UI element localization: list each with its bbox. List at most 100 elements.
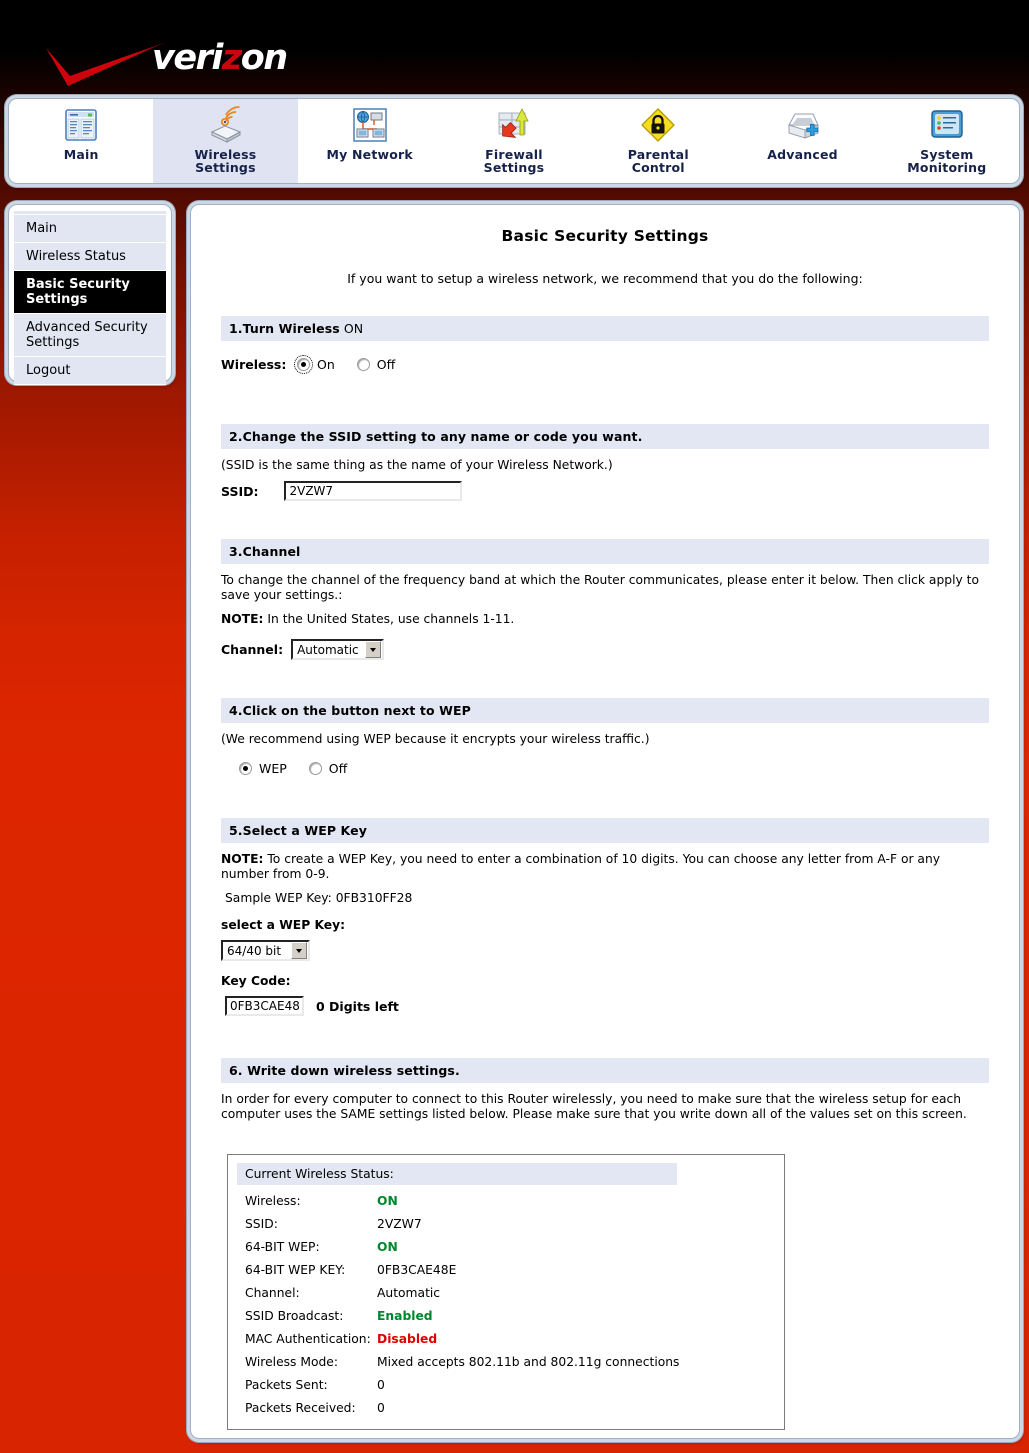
wep-key-size-select[interactable]: 64/40 bit	[221, 940, 310, 961]
status-key-packets-sent: Packets Sent:	[245, 1378, 328, 1392]
section-3-note-rest: In the United States, use channels 1-11.	[263, 612, 515, 626]
nav-label-advanced: Advanced	[767, 147, 838, 162]
select-wep-key-label: select a WEP Key:	[221, 918, 346, 932]
sidebar-label-logout: Logout	[26, 363, 71, 378]
section-2-heading: 2.Change the SSID setting to any name or…	[221, 424, 989, 449]
sidebar-label-main: Main	[26, 221, 58, 236]
chevron-down-icon	[364, 641, 381, 658]
status-value-ssid-broadcast: Enabled	[377, 1309, 433, 1323]
nav-label-system-monitoring: System Monitoring	[907, 147, 987, 175]
nav-item-wireless-settings[interactable]: Wireless Settings	[153, 99, 298, 183]
key-code-label: Key Code:	[221, 974, 291, 988]
status-value-wireless-mode: Mixed accepts 802.11b and 802.11g connec…	[377, 1355, 680, 1369]
status-key-ssid-broadcast: SSID Broadcast:	[245, 1309, 344, 1323]
status-box-title: Current Wireless Status:	[237, 1163, 677, 1185]
section-5-note-lead: NOTE:	[221, 852, 264, 866]
section-3-note-lead: NOTE:	[221, 612, 264, 626]
nav-item-my-network[interactable]: My Network	[298, 99, 442, 183]
section-3-heading: 3.Channel	[221, 539, 989, 564]
verizon-checkmark-icon	[46, 42, 166, 86]
nav-item-advanced[interactable]: Advanced	[730, 99, 874, 183]
section-2-note: (SSID is the same thing as the name of y…	[221, 458, 613, 472]
key-code-row: 0 Digits left	[225, 996, 989, 1016]
sidebar-label-basic-security-settings: Basic Security Settings	[26, 277, 130, 307]
ssid-input[interactable]	[284, 481, 463, 501]
status-row: SSID: 2VZW7	[237, 1217, 775, 1231]
firewall-brick-arrows-icon	[498, 108, 529, 138]
nav-item-system-monitoring[interactable]: System Monitoring	[875, 99, 1019, 183]
section-1-heading-light: ON	[339, 321, 364, 336]
status-key-wireless: Wireless:	[245, 1194, 301, 1208]
section-5-note: NOTE: To create a WEP Key, you need to e…	[221, 852, 989, 882]
channel-row: Channel: Automatic	[221, 639, 989, 660]
status-key-mac-authentication: MAC Authentication:	[245, 1332, 371, 1346]
status-value-packets-received: 0	[377, 1401, 385, 1415]
sidebar-label-wireless-status: Wireless Status	[26, 249, 126, 264]
status-row: Channel: Automatic	[237, 1286, 775, 1300]
key-code-input[interactable]	[225, 996, 304, 1016]
main-grid-icon	[65, 109, 97, 141]
logo-text-pre: veri	[152, 38, 223, 78]
nav-label-wireless-settings: Wireless Settings	[194, 147, 257, 175]
channel-select[interactable]: Automatic	[291, 639, 384, 660]
wireless-on-radio[interactable]	[294, 355, 313, 374]
current-wireless-status-box: Current Wireless Status: Wireless: ON SS…	[227, 1154, 785, 1430]
sidebar-menu: Main Wireless Status Basic Security Sett…	[8, 204, 172, 385]
wep-off-radio[interactable]	[308, 762, 322, 775]
nav-label-main: Main	[63, 147, 99, 162]
status-key-wep: 64-BIT WEP:	[245, 1240, 320, 1254]
wep-key-select-row: 64/40 bit	[221, 940, 989, 961]
wep-toggle-row: WEP Off	[239, 761, 989, 776]
status-row: Packets Received: 0	[237, 1401, 775, 1415]
status-row: Wireless: ON	[237, 1194, 775, 1208]
main-content-panel: Basic Security Settings If you want to s…	[190, 204, 1020, 1439]
channel-select-value: Automatic	[297, 642, 359, 657]
logo-text-z: z	[221, 38, 242, 78]
status-key-channel: Channel:	[245, 1286, 300, 1300]
status-value-wep: ON	[377, 1240, 398, 1254]
status-row: SSID Broadcast: Enabled	[237, 1309, 775, 1323]
sidebar-item-logout[interactable]: Logout	[14, 357, 166, 385]
section-1-heading: 1.Turn Wireless ON	[221, 316, 989, 341]
status-row: 64-BIT WEP KEY: 0FB3CAE48E	[237, 1263, 775, 1277]
sidebar-item-advanced-security-settings[interactable]: Advanced Security Settings	[14, 314, 166, 357]
status-value-packets-sent: 0	[377, 1378, 385, 1392]
sidebar-item-main[interactable]: Main	[14, 215, 166, 243]
network-computers-icon	[352, 108, 387, 142]
status-value-wireless: ON	[377, 1194, 398, 1208]
wireless-router-icon	[211, 106, 242, 143]
section-6-heading: 6. Write down wireless settings.	[221, 1058, 989, 1083]
status-row: 64-BIT WEP: ON	[237, 1240, 775, 1254]
system-monitor-icon	[931, 110, 963, 138]
section-5-note-rest: To create a WEP Key, you need to enter a…	[221, 852, 941, 881]
advanced-box-plus-icon	[787, 113, 819, 139]
status-key-wireless-mode: Wireless Mode:	[245, 1355, 339, 1369]
nav-item-main[interactable]: Main	[9, 99, 153, 183]
section-3-body: To change the channel of the frequency b…	[221, 573, 980, 602]
page-title: Basic Security Settings	[501, 227, 709, 245]
status-value-channel: Automatic	[377, 1286, 441, 1300]
sidebar-item-wireless-status[interactable]: Wireless Status	[14, 243, 166, 271]
nav-item-parental-control[interactable]: Parental Control	[586, 99, 730, 183]
wireless-off-radio[interactable]	[356, 358, 370, 371]
status-key-wep-key: 64-BIT WEP KEY:	[245, 1263, 346, 1277]
sidebar-item-basic-security-settings[interactable]: Basic Security Settings	[14, 271, 166, 314]
status-row: Packets Sent: 0	[237, 1378, 775, 1392]
nav-item-firewall-settings[interactable]: Firewall Settings	[442, 99, 586, 183]
section-3-note: NOTE: In the United States, use channels…	[221, 612, 989, 627]
section-1-heading-bold: 1.Turn Wireless	[229, 321, 340, 336]
wep-radio[interactable]	[239, 762, 252, 775]
wep-key-size-value: 64/40 bit	[227, 943, 282, 958]
status-value-ssid: 2VZW7	[377, 1217, 422, 1231]
status-row: Wireless Mode: Mixed accepts 802.11b and…	[237, 1355, 775, 1369]
sample-wep-key-text: Sample WEP Key: 0FB310FF28	[225, 891, 413, 905]
top-navigation-bar: Main Wireless Settings My Network Firewa…	[8, 98, 1020, 184]
digits-left-text: 0 Digits left	[316, 998, 399, 1014]
page-intro-text: If you want to setup a wireless network,…	[347, 271, 863, 286]
padlock-diamond-icon	[641, 108, 676, 142]
sidebar-label-advanced-security-settings: Advanced Security Settings	[26, 320, 148, 350]
status-value-wep-key: 0FB3CAE48E	[377, 1263, 457, 1277]
nav-label-parental-control: Parental Control	[627, 147, 689, 175]
channel-label: Channel:	[221, 642, 284, 657]
verizon-logo: verizon	[40, 36, 300, 88]
